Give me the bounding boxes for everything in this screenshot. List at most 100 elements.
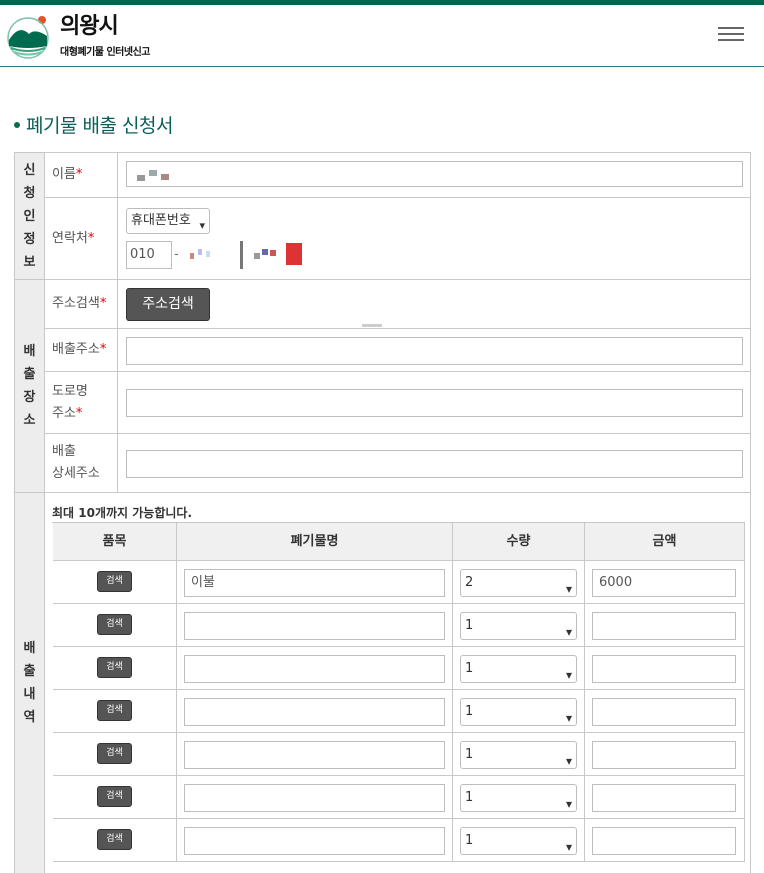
item-search-button[interactable]: 검색 [97, 657, 132, 678]
items-table: 품목 폐기물명 수량 금액 검색 이불 2 ▾ 6000 검색 1 ▾ 검색 1 ▾ 검색 1 ▾ 검색 1 ▾… [52, 522, 745, 862]
road-address-label: 도로명 주소* [45, 372, 118, 433]
table-row: 검색 이불 2 ▾ 6000 [53, 561, 745, 604]
waste-name-input[interactable] [184, 612, 445, 640]
quantity-cell: 1 ▾ [453, 647, 585, 690]
phone-dash: - [174, 247, 179, 262]
waste-name-input[interactable] [184, 655, 445, 683]
mountain-emblem-icon[interactable] [5, 10, 51, 60]
amount-input[interactable] [592, 784, 736, 812]
chevron-down-icon: ▾ [565, 711, 572, 725]
amount-input[interactable] [592, 827, 736, 855]
contact-label: 연락처 * [45, 198, 118, 279]
chevron-down-icon: ▾ [565, 840, 572, 854]
header-quantity: 수량 [453, 523, 585, 561]
item-search-button[interactable]: 검색 [97, 700, 132, 721]
quantity-select[interactable]: 1 ▾ [460, 698, 577, 726]
amount-cell [585, 819, 745, 862]
address-search-button[interactable]: 주소검색 [126, 288, 210, 321]
amount-cell [585, 690, 745, 733]
hamburger-menu-icon[interactable] [718, 27, 744, 45]
amount-input[interactable] [592, 655, 736, 683]
quantity-cell: 1 ▾ [453, 733, 585, 776]
detail-address-row: 배출 상세주소 [45, 434, 751, 493]
section-label-applicant: 신청인정보 [14, 153, 45, 280]
waste-name-cell [177, 776, 453, 819]
amount-input[interactable] [592, 698, 736, 726]
road-address-row: 도로명 주소* [45, 372, 751, 434]
amount-cell [585, 776, 745, 819]
amount-input[interactable] [592, 741, 736, 769]
header-item: 품목 [53, 523, 177, 561]
amount-input[interactable]: 6000 [592, 569, 736, 597]
waste-name-input[interactable] [184, 741, 445, 769]
waste-name-cell [177, 819, 453, 862]
item-search-button[interactable]: 검색 [97, 614, 132, 635]
address-search-label: 주소검색 * [45, 280, 118, 328]
waste-name-input[interactable]: 이불 [184, 569, 445, 597]
header-waste-name: 폐기물명 [177, 523, 453, 561]
chevron-down-icon: ▾ [565, 797, 572, 811]
name-label: 이름 * [45, 153, 118, 197]
quantity-select[interactable]: 2 ▾ [460, 569, 577, 597]
discharge-address-label: 배출주소 * [45, 329, 118, 371]
chevron-down-icon: ▾ [565, 754, 572, 768]
item-cell: 검색 [53, 733, 177, 776]
quantity-cell: 1 ▾ [453, 690, 585, 733]
item-cell: 검색 [53, 776, 177, 819]
table-row: 검색 1 ▾ [53, 690, 745, 733]
quantity-cell: 1 ▾ [453, 819, 585, 862]
page-title: 폐기물 배출 신청서 [14, 111, 173, 138]
item-search-button[interactable]: 검색 [97, 829, 132, 850]
item-search-button[interactable]: 검색 [97, 571, 132, 592]
table-row: 검색 1 ▾ [53, 776, 745, 819]
scroll-indicator [362, 324, 382, 327]
quantity-select[interactable]: 1 ▾ [460, 655, 577, 683]
chevron-down-icon: ▾ [565, 582, 572, 596]
waste-name-cell [177, 604, 453, 647]
quantity-cell: 2 ▾ [453, 561, 585, 604]
chevron-down-icon: ▾ [199, 219, 205, 232]
discharge-address-input[interactable] [126, 337, 743, 365]
chevron-down-icon: ▾ [565, 625, 572, 639]
waste-name-input[interactable] [184, 784, 445, 812]
application-form: 신청인정보 이름 * 연락처 * 휴대폰번호 ▾ 010 - 배출장소 주소검색… [14, 152, 751, 873]
name-input[interactable] [126, 161, 743, 187]
phone-last-input[interactable] [248, 241, 308, 269]
quantity-cell: 1 ▾ [453, 776, 585, 819]
detail-address-label: 배출 상세주소 [45, 434, 118, 492]
amount-cell [585, 647, 745, 690]
discharge-address-row: 배출주소 * [45, 329, 751, 372]
site-header: 의왕시 대형폐기물 인터넷신고 [0, 5, 764, 67]
amount-cell [585, 604, 745, 647]
section-label-details: 배출내역 [14, 493, 45, 873]
phone-type-select[interactable]: 휴대폰번호 ▾ [126, 208, 210, 234]
quantity-select[interactable]: 1 ▾ [460, 827, 577, 855]
quantity-select[interactable]: 1 ▾ [460, 784, 577, 812]
contact-row: 연락처 * 휴대폰번호 ▾ 010 - [45, 198, 751, 280]
waste-name-cell [177, 690, 453, 733]
amount-input[interactable] [592, 612, 736, 640]
chevron-down-icon: ▾ [565, 668, 572, 682]
waste-name-cell [177, 733, 453, 776]
quantity-select[interactable]: 1 ▾ [460, 612, 577, 640]
section-label-location: 배출장소 [14, 280, 45, 493]
phone-middle-input[interactable] [180, 241, 234, 269]
item-cell: 검색 [53, 819, 177, 862]
waste-name-input[interactable] [184, 698, 445, 726]
waste-name-cell [177, 647, 453, 690]
item-cell: 검색 [53, 561, 177, 604]
phone-prefix-input[interactable]: 010 [126, 241, 172, 269]
item-search-button[interactable]: 검색 [97, 743, 132, 764]
name-row: 이름 * [45, 153, 751, 198]
waste-name-input[interactable] [184, 827, 445, 855]
detail-address-input[interactable] [126, 450, 743, 478]
table-row: 검색 1 ▾ [53, 819, 745, 862]
item-cell: 검색 [53, 647, 177, 690]
logo-subtitle: 대형폐기물 인터넷신고 [60, 47, 150, 58]
quantity-select[interactable]: 1 ▾ [460, 741, 577, 769]
amount-cell: 6000 [585, 561, 745, 604]
road-address-input[interactable] [126, 389, 743, 417]
logo-title[interactable]: 의왕시 [60, 8, 119, 40]
table-row: 검색 1 ▾ [53, 647, 745, 690]
item-search-button[interactable]: 검색 [97, 786, 132, 807]
